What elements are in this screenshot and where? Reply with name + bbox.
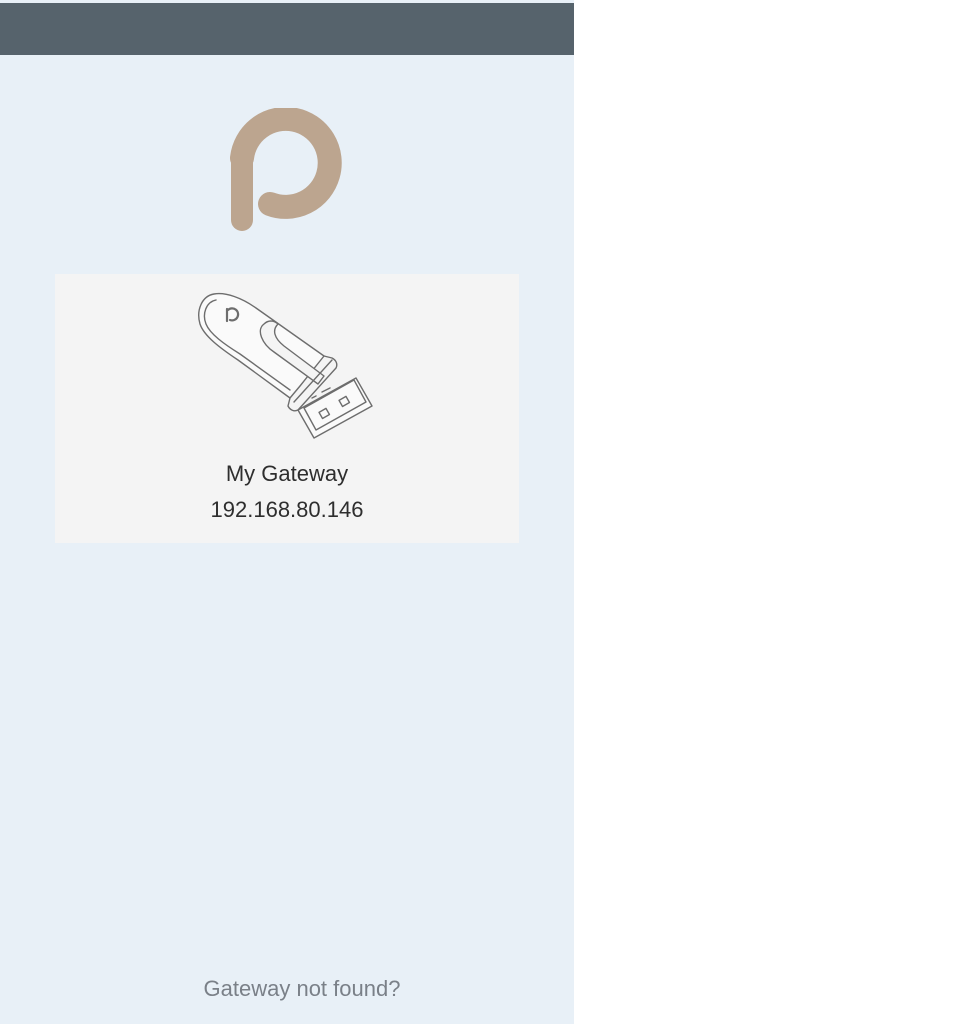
gateway-card[interactable]: My Gateway 192.168.80.146: [55, 274, 519, 543]
gateway-name: My Gateway: [225, 461, 349, 486]
top-bar: [0, 3, 574, 55]
gateway-not-found-link[interactable]: Gateway not found?: [0, 974, 604, 1004]
brand-logo-icon: [230, 108, 342, 231]
app-panel: My Gateway 192.168.80.146: [0, 0, 574, 1024]
gateway-ip-address: 192.168.80.146: [210, 497, 364, 522]
usb-dongle-icon: [198, 292, 373, 439]
